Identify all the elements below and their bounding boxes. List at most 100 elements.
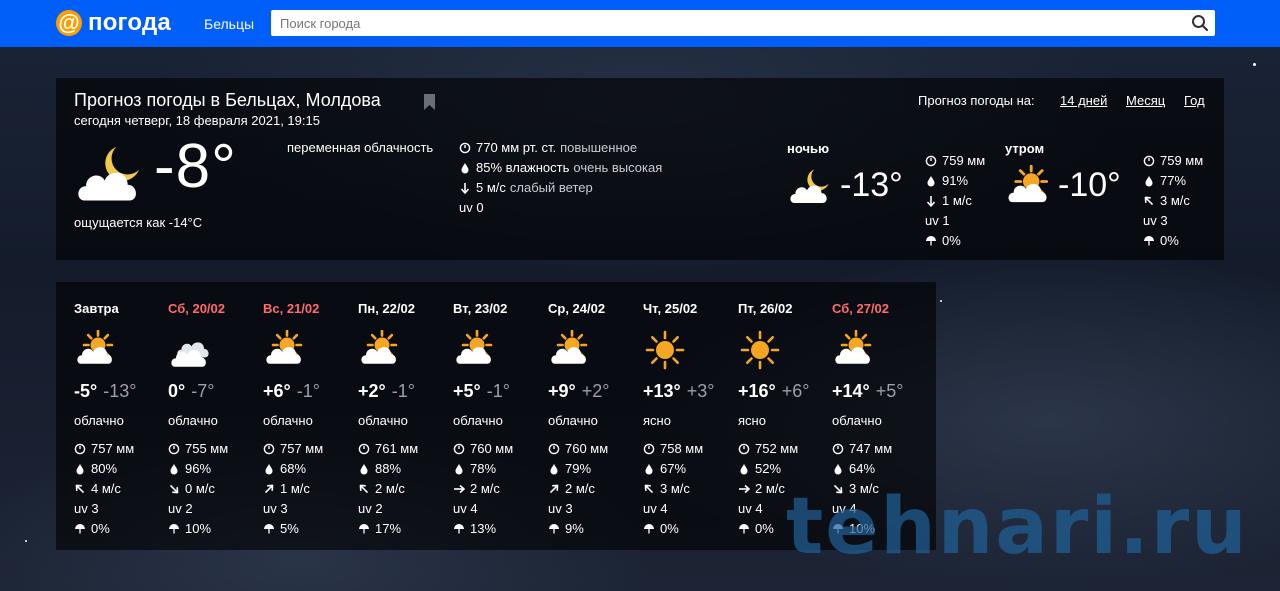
day-wind: 0 м/с [168, 481, 215, 496]
search-input[interactable] [271, 10, 1171, 36]
day-uv-value: uv 3 [74, 501, 99, 516]
day-temp-value: +14° [832, 381, 870, 401]
current-temperature: -8° [154, 132, 237, 201]
morning-humidity: 77% [1143, 173, 1186, 188]
day-name: Вт, 23/02 [453, 301, 508, 316]
day-uv: uv 3 [548, 501, 573, 516]
forecast-period-label: Прогноз погоды на: [918, 93, 1035, 108]
night-humidity: 91% [925, 173, 968, 188]
link-year[interactable]: Год [1184, 93, 1205, 108]
drop-icon [548, 463, 560, 475]
sun-cloud-icon [550, 329, 590, 370]
drop-icon [74, 463, 86, 475]
morning-sun-cloud-icon [1007, 164, 1051, 209]
wind-arrow-icon [548, 483, 560, 495]
wind-note: слабый ветер [509, 180, 593, 195]
day-uv: uv 4 [453, 501, 478, 516]
morning-temperature: -10° [1058, 166, 1121, 204]
day-condition: облачно [168, 413, 218, 428]
wind-arrow-icon [263, 483, 275, 495]
sun-cloud-icon [455, 329, 495, 370]
umbrella-icon [74, 523, 86, 535]
umbrella-icon [643, 523, 655, 535]
day-temperature: +6° -1° [263, 381, 320, 402]
day-pressure: 757 мм [74, 441, 134, 456]
day-pressure: 760 мм [453, 441, 513, 456]
day-humidity-value: 78% [470, 461, 497, 476]
day-wind-value: 1 м/с [280, 481, 310, 496]
day-wind: 1 м/с [263, 481, 310, 496]
night-pressure: 759 мм [925, 153, 985, 168]
drop-icon [263, 463, 275, 475]
morning-precip-value: 0% [1160, 233, 1179, 248]
umbrella-icon [738, 523, 750, 535]
day-humidity: 68% [263, 461, 306, 476]
cloud-icon [170, 330, 210, 370]
logo[interactable]: @ погода [56, 9, 171, 37]
day-temp-value: -5° [74, 381, 98, 401]
search-icon[interactable] [1191, 14, 1209, 32]
sun-icon [645, 330, 685, 370]
umbrella-icon [263, 523, 275, 535]
day-condition: облачно [832, 413, 882, 428]
sun-cloud-icon [265, 329, 305, 370]
day-wind: 4 м/с [74, 481, 121, 496]
city-link[interactable]: Бельцы [204, 16, 254, 32]
day-precip: 5% [263, 521, 299, 536]
link-14-days[interactable]: 14 дней [1060, 93, 1107, 108]
day-pressure-value: 760 мм [565, 441, 609, 456]
barometer-icon [74, 443, 86, 455]
morning-wind-value: 3 м/с [1160, 193, 1190, 208]
night-pressure-value: 759 мм [942, 153, 986, 168]
sun-cloud-icon [834, 329, 874, 370]
day-wind: 2 м/с [738, 481, 785, 496]
morning-humidity-value: 77% [1160, 173, 1187, 188]
day-precip-value: 0% [91, 521, 110, 536]
wind-arrow-icon [168, 483, 180, 495]
day-uv: uv 4 [738, 501, 763, 516]
day-pressure: 757 мм [263, 441, 323, 456]
link-month[interactable]: Месяц [1126, 93, 1165, 108]
day-name: Сб, 27/02 [832, 301, 890, 316]
wind-arrow-icon [74, 483, 86, 495]
morning-precip: 0% [1143, 233, 1179, 248]
drop-icon [643, 463, 655, 475]
day-precip-value: 9% [565, 521, 584, 536]
day-condition: ясно [643, 413, 671, 428]
morning-uv-value: uv 3 [1143, 213, 1168, 228]
day-uv-value: uv 4 [453, 501, 478, 516]
day-humidity-value: 64% [849, 461, 876, 476]
day-precip: 0% [74, 521, 110, 536]
current-condition: переменная облачность [287, 140, 434, 155]
day-precip-value: 17% [375, 521, 402, 536]
moon-cloud-icon [76, 140, 146, 210]
sun-cloud-icon [360, 329, 400, 370]
umbrella-icon [548, 523, 560, 535]
feels-like: ощущается как -14°C [74, 215, 203, 230]
night-temp-value: +6° [781, 381, 810, 401]
day-precip: 17% [358, 521, 401, 536]
top-bar: @ погода Бельцы [0, 0, 1280, 47]
day-pressure-value: 747 мм [849, 441, 893, 456]
umbrella-icon [925, 235, 937, 247]
drop-icon [459, 162, 471, 174]
drop-icon [925, 175, 937, 187]
day-wind: 2 м/с [358, 481, 405, 496]
umbrella-icon [453, 523, 465, 535]
day-precip: 9% [548, 521, 584, 536]
day-humidity-value: 79% [565, 461, 592, 476]
wind-arrow-icon [358, 483, 370, 495]
day-temperature: +5° -1° [453, 381, 510, 402]
day-uv: uv 3 [74, 501, 99, 516]
day-humidity-value: 67% [660, 461, 687, 476]
day-wind: 2 м/с [548, 481, 595, 496]
bookmark-icon[interactable] [423, 94, 436, 110]
day-humidity: 88% [358, 461, 401, 476]
wind-arrow-icon [643, 483, 655, 495]
barometer-icon [1143, 155, 1155, 167]
night-wind: 1 м/с [925, 193, 972, 208]
barometer-icon [358, 443, 370, 455]
wind-arrow-icon [925, 195, 937, 207]
day-pressure-value: 757 мм [280, 441, 324, 456]
day-temp-value: 0° [168, 381, 186, 401]
